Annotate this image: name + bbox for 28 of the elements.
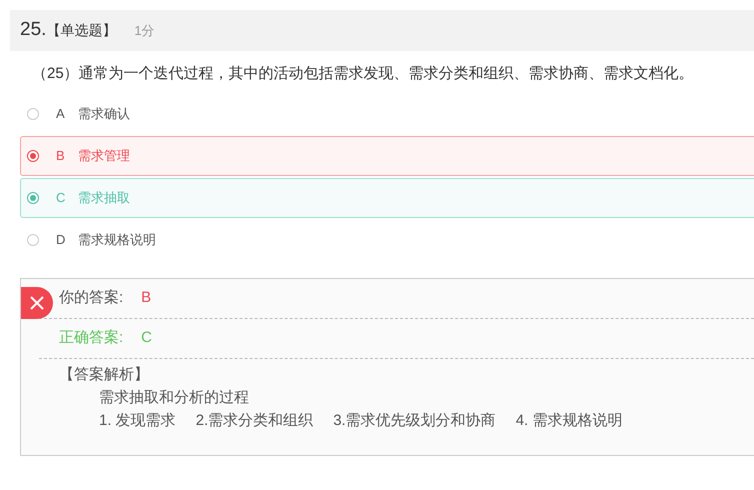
analysis-step: 4. 需求规格说明	[516, 408, 622, 432]
answer-label: 你的答案:	[59, 288, 124, 308]
option-text: 需求抽取	[78, 188, 130, 207]
analysis-step: 2.需求分类和组织	[196, 408, 314, 432]
option-text: 需求规格说明	[78, 230, 156, 249]
option-letter: C	[56, 188, 66, 207]
question-score: 1分	[134, 22, 155, 40]
answer-value: B	[141, 288, 152, 308]
analysis-step: 1. 发现需求	[99, 408, 176, 432]
analysis-step: 3.需求优先级划分和协商	[333, 408, 496, 432]
option-letter: A	[56, 104, 66, 123]
answer-value: C	[141, 328, 152, 348]
question-type: 【单选题】	[46, 21, 116, 40]
analysis-title: 【答案解析】	[59, 364, 150, 384]
answer-option[interactable]: B 需求管理	[20, 136, 754, 176]
answer-label: 正确答案:	[59, 328, 124, 348]
radio-button[interactable]	[27, 108, 39, 120]
radio-button[interactable]	[27, 150, 39, 162]
radio-button[interactable]	[27, 192, 39, 204]
question-text: （25）通常为一个迭代过程，其中的活动包括需求发现、需求分类和组织、需求协商、需求文档化。	[32, 64, 695, 84]
radio-button[interactable]	[27, 234, 39, 246]
analysis-text: 需求抽取和分析的过程	[99, 388, 250, 408]
option-text: 需求确认	[78, 104, 130, 123]
question-number: 25.	[20, 18, 46, 42]
option-text: 需求管理	[78, 146, 130, 165]
option-letter: D	[56, 230, 66, 249]
option-letter: B	[56, 146, 66, 165]
answer-option[interactable]: C 需求抽取	[20, 178, 754, 218]
